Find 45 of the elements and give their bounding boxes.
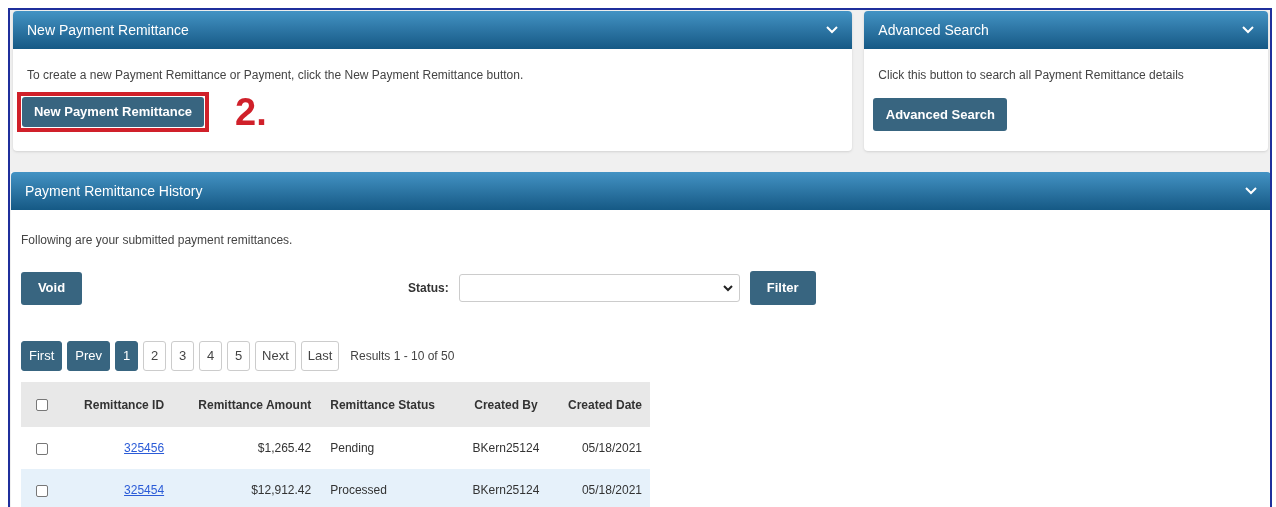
table-row[interactable]: 325456 $1,265.42 Pending BKern25124 05/18/2021 — [21, 427, 650, 469]
pagination-button[interactable]: Prev — [67, 341, 110, 371]
chevron-icon[interactable] — [1245, 187, 1257, 195]
pagination-button[interactable]: 1 — [115, 341, 138, 371]
caret-icon — [722, 284, 733, 292]
column-header: Created By — [464, 382, 548, 427]
checkbox[interactable] — [36, 442, 48, 455]
column-header: Remittance Status — [316, 382, 465, 427]
results-count: Results 1 - 10 of 50 — [350, 348, 455, 365]
remittance-link[interactable]: 325456 — [124, 441, 165, 455]
table-cell: 05/18/2021 — [581, 483, 642, 497]
filter-button[interactable]: Filter — [749, 271, 816, 305]
pagination-button[interactable]: 3 — [171, 341, 194, 371]
status-label: Status: — [408, 280, 449, 297]
pagination-button[interactable]: Last — [300, 341, 340, 371]
table-cell: $12,912.42 — [251, 483, 312, 497]
chevron-icon[interactable] — [1242, 26, 1254, 34]
remittance-link[interactable]: 325454 — [124, 483, 165, 497]
checkbox[interactable] — [36, 399, 48, 412]
panel-title: Payment Remittance History — [25, 181, 203, 201]
description-text: To create a new Payment Remittance or Payment, click the New Payment Remittance button. — [27, 67, 525, 84]
chevron-icon[interactable] — [826, 26, 839, 34]
pagination-button[interactable]: Next — [255, 341, 296, 371]
description-text: Following are your submitted payment remittances. — [21, 232, 294, 249]
column-header: Remittance ID — [63, 382, 170, 427]
table-cell: 05/18/2021 — [581, 441, 642, 455]
table-cell: $1,265.42 — [257, 441, 312, 455]
column-header: Created Date — [547, 382, 650, 427]
panel-title: New Payment Remittance — [27, 20, 189, 40]
pagination-button[interactable]: 4 — [199, 341, 222, 371]
description-text: Click this button to search all Payment Remittance details — [878, 67, 1185, 84]
new-remittance-button[interactable]: New Payment Remittance — [22, 97, 204, 127]
panel-title: Advanced Search — [878, 20, 989, 40]
step-annotation: 2. — [235, 93, 267, 131]
pagination-button[interactable]: First — [21, 341, 63, 371]
advanced-search-button[interactable]: Advanced Search — [873, 98, 1008, 131]
table-cell: Pending — [330, 441, 375, 455]
pagination-button[interactable]: 5 — [227, 341, 250, 371]
checkbox[interactable] — [36, 484, 48, 497]
table-cell: BKern25124 — [472, 441, 540, 455]
table-cell: Processed — [330, 483, 387, 497]
table-cell: BKern25124 — [472, 483, 540, 497]
void-button[interactable]: Void — [21, 271, 82, 305]
pagination-button[interactable]: 2 — [143, 341, 166, 371]
column-header: Remittance Amount — [169, 382, 317, 427]
